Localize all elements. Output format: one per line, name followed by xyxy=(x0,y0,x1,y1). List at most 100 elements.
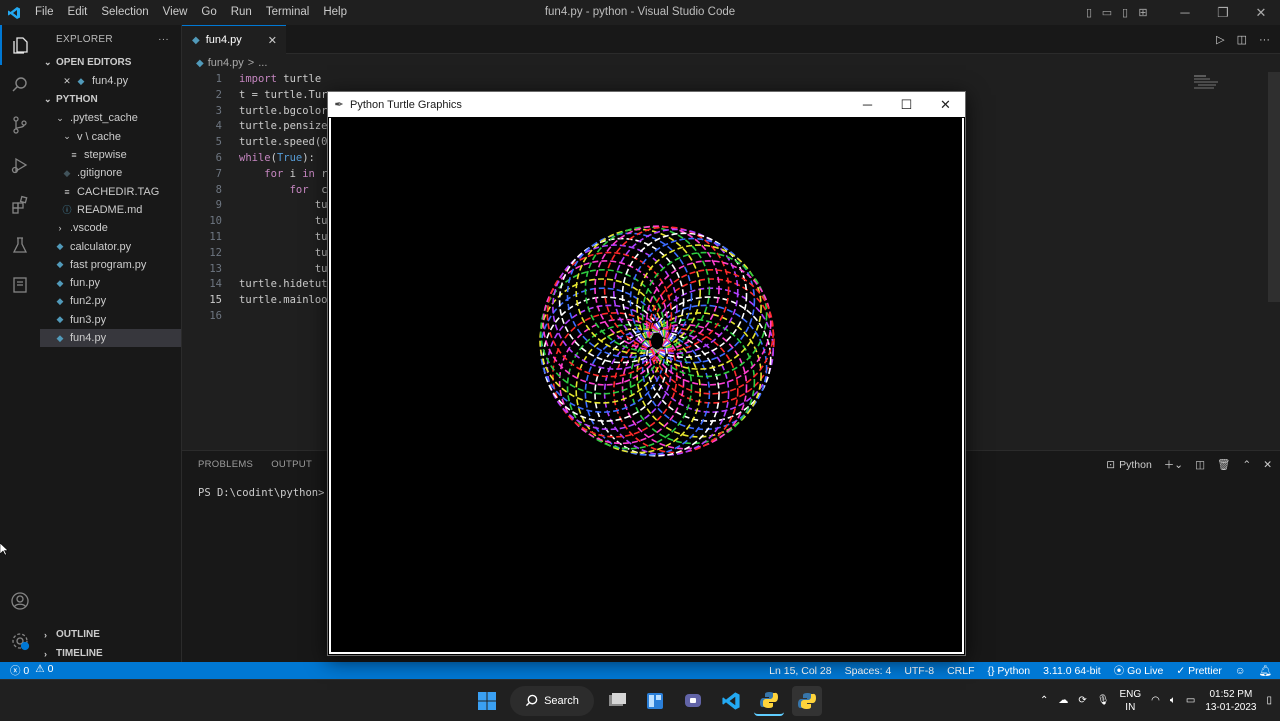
go-live[interactable]: ⦿ Go Live xyxy=(1114,663,1164,678)
taskbar-search[interactable]: Search xyxy=(510,685,594,716)
widgets-icon[interactable] xyxy=(640,686,670,716)
outline-section[interactable]: › OUTLINE xyxy=(40,625,182,644)
open-editor-item[interactable]: ✕ ◆ fun4.py xyxy=(40,72,181,90)
toggle-panel-icon[interactable]: ▭ xyxy=(1098,0,1116,25)
interpreter[interactable]: 3.11.0 64-bit xyxy=(1043,665,1101,677)
code-line[interactable]: tur xyxy=(239,198,334,214)
code-line[interactable]: turtle.bgcolor xyxy=(239,104,334,120)
battery-icon[interactable]: ▭ xyxy=(1186,695,1195,706)
accounts-icon[interactable] xyxy=(0,581,40,621)
terminal-shell-label[interactable]: Python xyxy=(1119,459,1152,471)
menu-terminal[interactable]: Terminal xyxy=(259,0,316,25)
code-line[interactable]: turtle.mainloo xyxy=(239,293,334,309)
turtle-canvas[interactable] xyxy=(329,118,964,654)
split-editor-icon[interactable]: ◫ xyxy=(1237,33,1247,46)
code-line[interactable]: tur xyxy=(239,246,334,262)
explorer-icon[interactable] xyxy=(0,25,40,65)
open-editors-section[interactable]: ⌄ OPEN EDITORS xyxy=(40,53,181,72)
code-line[interactable]: turtle.pensize xyxy=(239,119,334,135)
tab-problems[interactable]: PROBLEMS xyxy=(198,459,253,470)
file-tree-item[interactable]: ◆ fun2.py xyxy=(40,292,181,310)
minimap[interactable] xyxy=(1182,72,1267,448)
code-line[interactable]: tur xyxy=(239,230,334,246)
search-icon[interactable] xyxy=(0,65,40,105)
task-view-icon[interactable] xyxy=(602,686,632,716)
file-tree-item[interactable]: › .vscode xyxy=(40,219,181,237)
file-tree-item[interactable]: ◆ calculator.py xyxy=(40,237,181,255)
start-windows-icon[interactable] xyxy=(472,686,502,716)
onedrive-icon[interactable]: ☁ xyxy=(1058,695,1068,706)
menu-view[interactable]: View xyxy=(156,0,195,25)
file-tree-item[interactable]: ◆ fun.py xyxy=(40,274,181,292)
sync-icon[interactable]: ⟳ xyxy=(1078,695,1086,706)
feedback-icon[interactable]: ☺ xyxy=(1235,665,1246,677)
cursor-position[interactable]: Ln 15, Col 28 xyxy=(769,665,831,677)
new-terminal-icon[interactable]: ＋⌄ xyxy=(1164,457,1183,472)
remote-explorer-icon[interactable] xyxy=(0,265,40,305)
code-line[interactable]: for c xyxy=(239,183,334,199)
file-tree-item[interactable]: ⌄ .pytest_cache xyxy=(40,109,181,127)
minimize-button[interactable]: ─ xyxy=(1166,0,1204,25)
file-tree-item[interactable]: ≡ stepwise xyxy=(40,146,181,164)
source-control-icon[interactable] xyxy=(0,105,40,145)
notification-center-icon[interactable]: ▯ xyxy=(1266,695,1272,706)
turtle-maximize-button[interactable]: ☐ xyxy=(887,92,926,117)
show-hidden-icons-icon[interactable]: ⌃ xyxy=(1040,695,1048,706)
tab-output[interactable]: OUTPUT xyxy=(271,459,312,470)
indentation[interactable]: Spaces: 4 xyxy=(845,665,892,677)
close-panel-icon[interactable]: ✕ xyxy=(1263,459,1272,471)
file-tree-item[interactable]: ⌄ v \ cache xyxy=(40,128,181,146)
file-tree-item[interactable]: ◆ .gitignore xyxy=(40,164,181,182)
folder-section[interactable]: ⌄ PYTHON xyxy=(40,90,181,109)
file-tree-item[interactable]: ≡ CACHEDIR.TAG xyxy=(40,182,181,200)
language-mode[interactable]: {} Python xyxy=(987,665,1030,677)
errors-status[interactable]: ⓧ 0 xyxy=(10,663,29,678)
close-tab-icon[interactable]: ✕ xyxy=(268,34,277,47)
code-line[interactable]: turtle.hidetut xyxy=(239,277,334,293)
menu-run[interactable]: Run xyxy=(224,0,259,25)
code-line[interactable]: tur xyxy=(239,214,334,230)
volume-icon[interactable]: 🔈︎ xyxy=(1170,695,1176,706)
menu-edit[interactable]: Edit xyxy=(61,0,95,25)
code-line[interactable]: import turtle xyxy=(239,72,334,88)
menu-go[interactable]: Go xyxy=(194,0,223,25)
file-tree-item[interactable]: ◆ fun4.py xyxy=(40,328,181,348)
breadcrumb-more[interactable]: ... xyxy=(258,57,267,69)
turtle-close-button[interactable]: ✕ xyxy=(926,92,965,117)
manage-gear-icon[interactable] xyxy=(0,621,40,661)
turtle-minimize-button[interactable]: ─ xyxy=(848,92,887,117)
code-line[interactable]: tur xyxy=(239,262,334,278)
code-line[interactable]: t = turtle.Tur xyxy=(239,88,334,104)
editor-scrollbar[interactable] xyxy=(1268,72,1280,302)
customize-layout-icon[interactable]: ⊞ xyxy=(1134,0,1152,25)
kill-terminal-icon[interactable]: 🗑 xyxy=(1217,458,1230,471)
turtle-graphics-window[interactable]: ✒ Python Turtle Graphics ─ ☐ ✕ xyxy=(327,91,966,656)
breadcrumb-file[interactable]: fun4.py xyxy=(208,57,244,69)
code-line[interactable]: turtle.speed(0 xyxy=(239,135,334,151)
testing-icon[interactable] xyxy=(0,225,40,265)
extensions-icon[interactable] xyxy=(0,185,40,225)
code-lines[interactable]: import turtle t = turtle.Tur turtle.bgcolo… xyxy=(239,72,334,325)
file-tree-item[interactable]: ◆ fast program.py xyxy=(40,256,181,274)
turtle-taskbar-icon[interactable] xyxy=(792,685,822,716)
encoding[interactable]: UTF-8 xyxy=(904,665,934,677)
close-button[interactable]: ✕ xyxy=(1242,0,1280,25)
timeline-section[interactable]: › TIMELINE xyxy=(40,644,182,663)
more-actions-icon[interactable]: ··· xyxy=(158,34,169,45)
file-tree-item[interactable]: ◆ fun3.py xyxy=(40,311,181,329)
menu-selection[interactable]: Selection xyxy=(94,0,155,25)
notifications-icon[interactable]: 🔔︎ xyxy=(1259,664,1272,677)
maximize-panel-icon[interactable]: ⌃ xyxy=(1242,459,1251,471)
file-tree-item[interactable]: ⓘ README.md xyxy=(40,201,181,219)
clock[interactable]: 01:52 PM 13-01-2023 xyxy=(1205,688,1256,714)
prettier[interactable]: ✓ Prettier xyxy=(1176,665,1222,677)
language-indicator[interactable]: ENG IN xyxy=(1119,688,1141,714)
warnings-status[interactable]: ⚠ 0 xyxy=(35,663,53,678)
restore-button[interactable]: ❐ xyxy=(1204,0,1242,25)
menu-help[interactable]: Help xyxy=(316,0,354,25)
terminal-prompt[interactable]: PS D:\codint\python> xyxy=(198,487,324,499)
tab-fun4[interactable]: ◆ fun4.py ✕ xyxy=(182,25,286,54)
run-debug-icon[interactable] xyxy=(0,145,40,185)
code-line[interactable]: for i in r xyxy=(239,167,334,183)
python-taskbar-icon[interactable] xyxy=(754,686,784,716)
